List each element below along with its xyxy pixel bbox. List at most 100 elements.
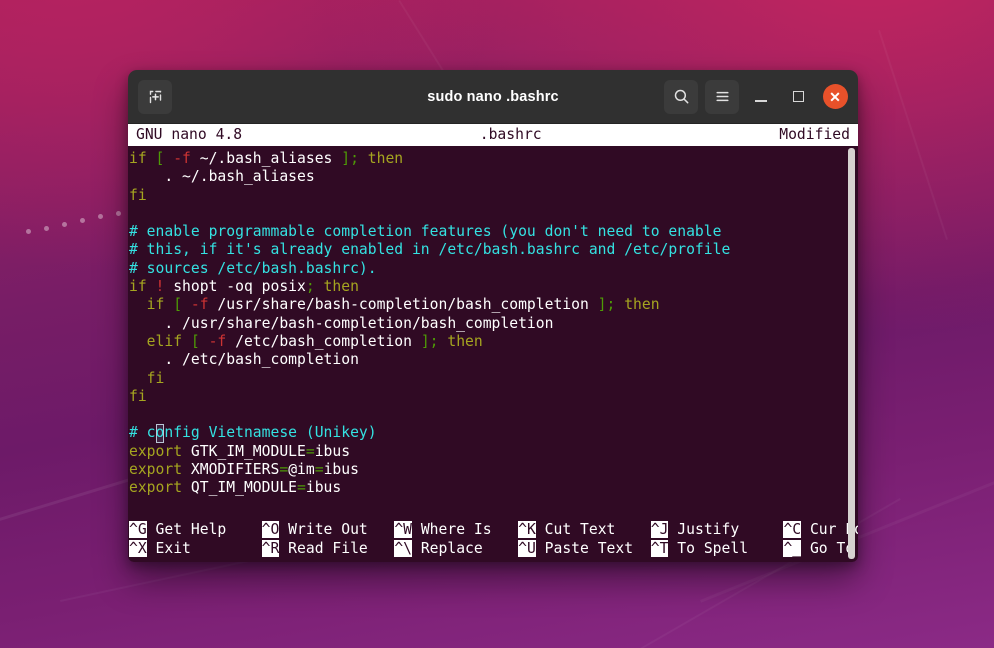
shortcut-key: ^T [651, 540, 669, 557]
shortcut-row: ^X Exit ^R Read File ^\ Replace ^U Paste… [129, 540, 858, 558]
code-line: . ~/.bash_aliases [128, 168, 858, 186]
code-segment: then [359, 150, 403, 167]
shortcut-key: ^O [262, 521, 280, 538]
code-segment: fi [129, 187, 147, 204]
shortcut-key: ^\ [394, 540, 412, 557]
code-segment: nfig Vietnamese (Unikey) [164, 424, 376, 441]
shortcut-spacer [368, 540, 395, 557]
shortcut-spacer [739, 521, 783, 538]
shortcut-label: Where Is [412, 521, 492, 538]
wallpaper-line [878, 30, 948, 240]
code-line: fi [128, 370, 858, 388]
code-segment: if [129, 278, 156, 295]
close-icon[interactable]: ✕ [823, 84, 848, 109]
shortcut-label: Write Out [279, 521, 367, 538]
code-segment: -f [209, 333, 227, 350]
code-segment: # enable programmable completion feature… [129, 223, 721, 240]
shortcut-spacer [748, 540, 783, 557]
shortcut-key: ^R [262, 540, 280, 557]
code-segment: # c [129, 424, 156, 441]
shortcut-key: ^K [518, 521, 536, 538]
code-line: . /etc/bash_completion [128, 351, 858, 369]
code-line: export XMODIFIERS=@im=ibus [128, 461, 858, 479]
code-segment: if [129, 296, 173, 313]
code-segment: # this, if it's already enabled in /etc/… [129, 241, 730, 258]
shortcut-key: ^C [783, 521, 801, 538]
nano-version: GNU nano 4.8 [136, 124, 242, 146]
shortcut-label: Exit [147, 540, 191, 557]
code-line: # this, if it's already enabled in /etc/… [128, 241, 858, 259]
code-segment: if [129, 150, 156, 167]
code-segment: ] [598, 296, 607, 313]
code-line: elif [ -f /etc/bash_completion ]; then [128, 333, 858, 351]
code-segment: = [297, 479, 306, 496]
code-segment: shopt -oq posix [164, 278, 305, 295]
code-line: if [ -f /usr/share/bash-completion/bash_… [128, 296, 858, 314]
code-segment: export [129, 443, 182, 460]
wallpaper-dot [44, 226, 49, 231]
close-button[interactable]: ✕ [820, 82, 850, 112]
code-segment: ; [430, 333, 439, 350]
new-tab-icon[interactable] [138, 80, 172, 114]
code-segment: @im [288, 461, 315, 478]
code-segment: /etc/bash_completion [226, 333, 421, 350]
nano-status-header: GNU nano 4.8 .bashrc Modified [128, 124, 858, 146]
code-segment: ] [421, 333, 430, 350]
shortcut-key: ^_ [783, 540, 801, 557]
wallpaper-dot [98, 214, 103, 219]
code-segment: then [615, 296, 659, 313]
shortcut-label: Get Help [147, 521, 227, 538]
code-segment: ; [306, 278, 315, 295]
code-segment: ibus [306, 479, 341, 496]
window-controls: ✕ [664, 80, 850, 114]
code-line: # sources /etc/bash.bashrc). [128, 260, 858, 278]
code-segment: [ [156, 150, 174, 167]
code-line: fi [128, 187, 858, 205]
shortcut-spacer [615, 521, 650, 538]
wallpaper-dot [80, 218, 85, 223]
scrollbar-thumb[interactable] [848, 148, 855, 559]
shortcut-row: ^G Get Help ^O Write Out ^W Where Is ^K … [129, 521, 858, 539]
terminal-content[interactable]: GNU nano 4.8 .bashrc Modified if [ -f ~/… [128, 124, 858, 562]
code-line [128, 406, 858, 424]
terminal-scrollbar[interactable] [847, 148, 856, 559]
code-segment: -f [173, 150, 191, 167]
search-icon[interactable] [664, 80, 698, 114]
nano-filename: .bashrc [242, 124, 779, 146]
nano-editor-text[interactable]: if [ -f ~/.bash_aliases ]; then . ~/.bas… [128, 146, 858, 498]
wallpaper-dot [116, 211, 121, 216]
shortcut-key: ^G [129, 521, 147, 538]
nano-modified-status: Modified [779, 124, 854, 146]
code-segment: /usr/share/bash-completion/bash_completi… [209, 296, 598, 313]
minimize-icon[interactable] [746, 82, 776, 112]
code-segment: [ [173, 296, 191, 313]
shortcut-label: Cut Text [536, 521, 616, 538]
code-segment: . ~/.bash_aliases [129, 168, 315, 185]
window-titlebar[interactable]: sudo nano .bashrc ✕ [128, 70, 858, 124]
shortcut-key: ^W [394, 521, 412, 538]
code-line: if ! shopt -oq posix; then [128, 278, 858, 296]
code-segment: . /usr/share/bash-completion/bash_comple… [129, 315, 553, 332]
code-segment: ibus [324, 461, 359, 478]
code-segment: GTK_IM_MODULE [182, 443, 306, 460]
code-segment: ] [341, 150, 350, 167]
shortcut-spacer [226, 521, 261, 538]
hamburger-menu-icon[interactable] [705, 80, 739, 114]
wallpaper-dot [26, 229, 31, 234]
code-segment: = [279, 461, 288, 478]
code-segment: -f [191, 296, 209, 313]
code-segment: export [129, 479, 182, 496]
shortcut-label: Read File [279, 540, 367, 557]
code-segment: = [306, 443, 315, 460]
maximize-icon[interactable] [783, 82, 813, 112]
terminal-window[interactable]: sudo nano .bashrc ✕ [128, 70, 858, 562]
code-segment: fi [129, 388, 147, 405]
shortcut-spacer [483, 540, 518, 557]
code-line [128, 205, 858, 223]
wallpaper-dot [62, 222, 67, 227]
code-segment: ibus [315, 443, 350, 460]
shortcut-label: Justify [668, 521, 739, 538]
code-segment: export [129, 461, 182, 478]
shortcut-spacer [633, 540, 651, 557]
shortcut-label: Paste Text [536, 540, 633, 557]
